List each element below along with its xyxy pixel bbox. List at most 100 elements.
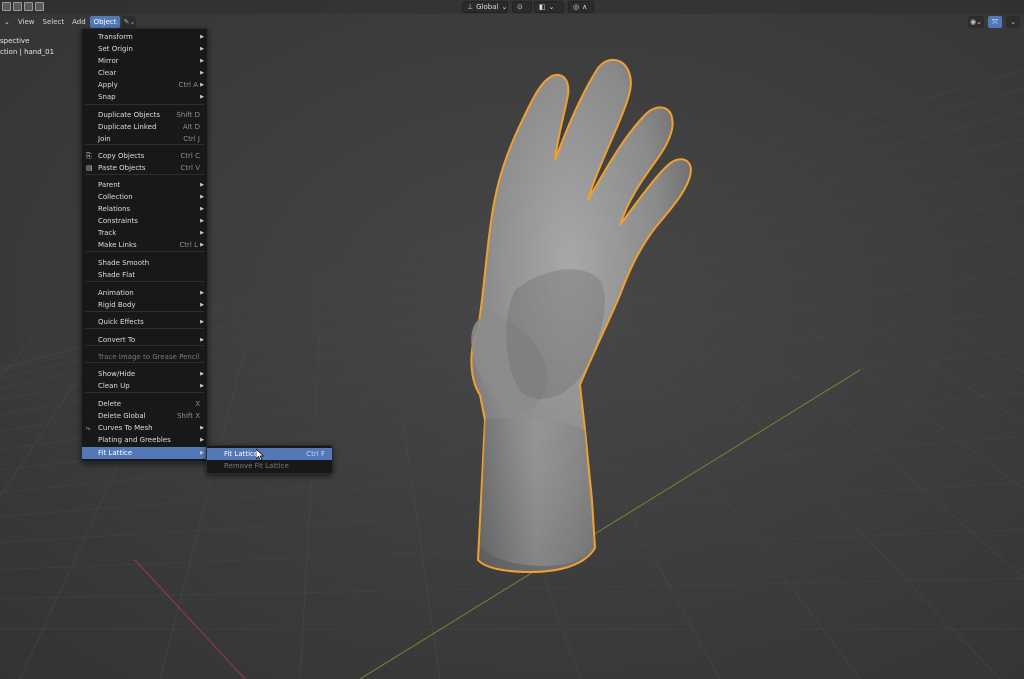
menu-item-track[interactable]: Track ▶ [82, 227, 207, 239]
menu-item-label: Quick Effects [98, 318, 144, 326]
menu-item-shortcut: Alt D [182, 123, 200, 131]
palm-shadow [506, 269, 605, 399]
pivot-dropdown[interactable]: ⊙ [512, 1, 532, 13]
object-menu: Transform ▶ Set Origin ▶ Mirror ▶ Clear ▶ Apply C… [81, 28, 208, 462]
menu-item-label: Duplicate Linked [98, 123, 157, 131]
menu-item-label: Snap [98, 93, 116, 101]
menu-item-clear[interactable]: Clear ▶ [82, 67, 207, 79]
menu-item-label: Show/Hide [98, 370, 136, 378]
menu-item-snap[interactable]: Snap ▶ [82, 91, 207, 103]
menu-item-copy-objects[interactable]: ⎘ Copy Objects Ctrl C [82, 150, 207, 162]
select-subtract-icon[interactable] [24, 2, 33, 11]
menu-item-animation[interactable]: Animation ▶ [82, 287, 207, 299]
submenu-arrow-icon: ▶ [200, 58, 204, 64]
grid-line [669, 329, 1001, 679]
menu-item-quick-effects[interactable]: Quick Effects ▶ [82, 316, 207, 328]
menu-view[interactable]: View [14, 16, 39, 28]
gizmo-dropdown[interactable]: ⌄ [1006, 16, 1020, 28]
menu-separator [85, 174, 204, 175]
menu-item-convert-to[interactable]: Convert To ▶ [82, 334, 207, 346]
menu-select[interactable]: Select [39, 16, 69, 28]
copy-icon: ⎘ [86, 151, 92, 160]
menu-item-collection[interactable]: Collection ▶ [82, 191, 207, 203]
menu-item-rigid-body[interactable]: Rigid Body ▶ [82, 299, 207, 311]
menu-item-label: Clear [98, 69, 117, 77]
menu-item-label: Trace Image to Grease Pencil [98, 353, 200, 361]
orientation-icon: ⊥ [467, 3, 474, 11]
gizmo-toggle[interactable]: ⤧ [988, 16, 1002, 28]
grid-line [809, 329, 1024, 490]
menu-item-label: Animation [98, 289, 134, 297]
menu-item-clean-up[interactable]: Clean Up ▶ [82, 380, 207, 392]
menu-item-label: Set Origin [98, 45, 133, 53]
menu-object[interactable]: Object [89, 16, 121, 28]
orientation-dropdown[interactable]: ⊥ Global ⌄ [462, 1, 508, 13]
paste-icon: ▤ [86, 164, 93, 172]
menu-item-transform[interactable]: Transform ▶ [82, 31, 207, 43]
menu-item-plating-and-greebles[interactable]: Plating and Greebles ▶ [82, 434, 207, 446]
submenu-arrow-icon: ▶ [200, 371, 204, 377]
forearm-shading [480, 417, 592, 566]
menu-item-label: Make Links [98, 241, 137, 249]
gpencil-dropdown-icon[interactable]: ✎⌄ [122, 16, 137, 28]
chevron-down-icon: ⌄ [501, 3, 508, 11]
y-axis-line [359, 369, 861, 679]
menu-item-curves-to-mesh[interactable]: ⤷ Curves To Mesh ▶ [82, 422, 207, 434]
menu-item-label: Constraints [98, 217, 138, 225]
submenu-item-remove-fit-lattice[interactable]: Remove Fit Lattice [207, 460, 332, 472]
select-box-icon[interactable] [2, 2, 11, 11]
submenu-arrow-icon: ▶ [200, 337, 204, 343]
menu-item-make-links[interactable]: Make Links Ctrl L ▶ [82, 239, 207, 251]
menu-item-shortcut: X [195, 400, 200, 408]
menu-item-delete-global[interactable]: Delete Global Shift X [82, 410, 207, 422]
select-intersect-icon[interactable] [35, 2, 44, 11]
submenu-arrow-icon: ▶ [200, 230, 204, 236]
eye-icon: ◉⌄ [970, 18, 982, 26]
menu-item-label: Remove Fit Lattice [224, 462, 289, 470]
falloff-icon: ∧ [582, 3, 588, 11]
menu-item-label: Shade Smooth [98, 259, 150, 267]
menu-item-paste-objects[interactable]: ▤ Paste Objects Ctrl V [82, 162, 207, 174]
menu-item-apply[interactable]: Apply Ctrl A ▶ [82, 79, 207, 91]
submenu-arrow-icon: ▶ [200, 182, 204, 188]
menu-item-label: Delete [98, 400, 121, 408]
snap-toggle[interactable]: ◧ ⌄ [534, 1, 564, 13]
menu-item-shortcut: Shift D [176, 111, 200, 119]
visibility-dropdown[interactable]: ◉⌄ [968, 16, 984, 28]
orientation-label: Global [476, 3, 499, 11]
menu-item-show-hide[interactable]: Show/Hide ▶ [82, 368, 207, 380]
menu-item-label: Fit Lattice [224, 450, 259, 458]
menu-add[interactable]: Add [68, 16, 90, 28]
proportional-edit-icon: ◎ [573, 3, 580, 11]
gizmo-icon: ⤧ [992, 17, 998, 26]
proportional-edit-toggle[interactable]: ◎ ∧ [568, 1, 594, 13]
menu-separator [85, 328, 204, 329]
menu-item-constraints[interactable]: Constraints ▶ [82, 215, 207, 227]
menu-item-fit-lattice[interactable]: Fit Lattice ▶ [82, 447, 207, 459]
menu-item-label: Copy Objects [98, 152, 145, 160]
menu-item-parent[interactable]: Parent ▶ [82, 179, 207, 191]
submenu-arrow-icon: ▶ [200, 34, 204, 40]
submenu-arrow-icon: ▶ [200, 425, 204, 431]
menu-item-shortcut: Ctrl L [179, 241, 198, 249]
menu-item-relations[interactable]: Relations ▶ [82, 203, 207, 215]
menu-item-label: Clean Up [98, 382, 130, 390]
menu-item-mirror[interactable]: Mirror ▶ [82, 55, 207, 67]
menu-item-set-origin[interactable]: Set Origin ▶ [82, 43, 207, 55]
menu-item-delete[interactable]: Delete X [82, 398, 207, 410]
view-name-label: spective [0, 37, 30, 45]
submenu-arrow-icon: ▶ [200, 450, 204, 456]
menu-item-label: Duplicate Objects [98, 111, 161, 119]
menu-item-join[interactable]: Join Ctrl J [82, 133, 207, 145]
menu-item-trace-image-to-grease-pencil[interactable]: Trace Image to Grease Pencil [82, 351, 207, 363]
menu-item-shade-smooth[interactable]: Shade Smooth [82, 257, 207, 269]
menu-item-duplicate-linked[interactable]: Duplicate Linked Alt D [82, 121, 207, 133]
submenu-item-fit-lattice[interactable]: Fit Lattice Ctrl F [207, 448, 332, 460]
x-axis-line [134, 559, 246, 679]
select-extend-icon[interactable] [13, 2, 22, 11]
view-mode-dropdown[interactable]: ⌄ [0, 16, 14, 28]
submenu-arrow-icon: ▶ [200, 70, 204, 76]
menu-item-shade-flat[interactable]: Shade Flat [82, 269, 207, 281]
menu-item-duplicate-objects[interactable]: Duplicate Objects Shift D [82, 109, 207, 121]
submenu-arrow-icon: ▶ [200, 242, 204, 248]
